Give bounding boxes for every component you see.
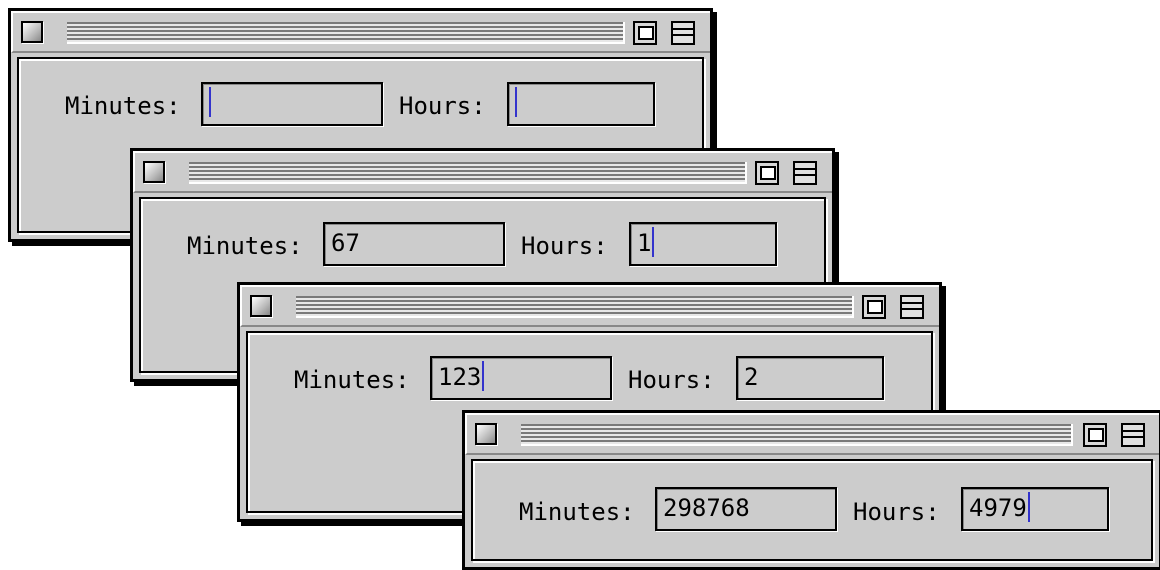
hours-field[interactable]: 2 (736, 356, 884, 400)
converter-window-4: Minutes: 298768 Hours: 4979 (462, 410, 1160, 570)
hours-field[interactable]: 1 (629, 222, 777, 266)
hours-value: 4979 (969, 494, 1027, 522)
minutes-field[interactable] (201, 82, 383, 126)
minutes-label: Minutes: (187, 232, 303, 260)
title-bar[interactable] (11, 11, 710, 53)
collapse-box-icon[interactable] (793, 161, 817, 185)
close-box-icon[interactable] (143, 161, 165, 183)
hours-label: Hours: (853, 498, 940, 526)
title-bar-stripes (67, 22, 625, 44)
zoom-box-icon[interactable] (862, 295, 886, 319)
hours-label: Hours: (399, 92, 486, 120)
text-caret (482, 361, 485, 391)
collapse-box-icon[interactable] (900, 295, 924, 319)
hours-field[interactable]: 4979 (961, 487, 1109, 531)
close-box-icon[interactable] (21, 21, 43, 43)
text-caret (515, 87, 517, 117)
minutes-value: 123 (438, 363, 482, 391)
collapse-box-icon[interactable] (1121, 423, 1145, 447)
text-caret (652, 227, 655, 257)
title-bar-stripes (296, 296, 854, 318)
title-bar[interactable] (465, 413, 1159, 455)
title-bar-stripes (521, 424, 1073, 446)
minutes-value: 67 (331, 229, 360, 257)
title-bar-stripes (189, 162, 747, 184)
close-box-icon[interactable] (475, 423, 497, 445)
zoom-box-icon[interactable] (1083, 423, 1107, 447)
hours-value: 2 (744, 363, 759, 391)
text-caret (1027, 492, 1030, 522)
minutes-field[interactable]: 123 (430, 356, 612, 400)
hours-label: Hours: (521, 232, 608, 260)
close-box-icon[interactable] (250, 295, 272, 317)
minutes-label: Minutes: (65, 92, 181, 120)
minutes-field[interactable]: 298768 (655, 487, 837, 531)
zoom-box-icon[interactable] (633, 21, 657, 45)
title-bar[interactable] (240, 285, 939, 327)
title-bar[interactable] (133, 151, 832, 193)
minutes-label: Minutes: (294, 366, 410, 394)
zoom-box-icon[interactable] (755, 161, 779, 185)
minutes-label: Minutes: (519, 498, 635, 526)
text-caret (209, 87, 211, 117)
hours-field[interactable] (507, 82, 655, 126)
minutes-value: 298768 (663, 494, 750, 522)
collapse-box-icon[interactable] (671, 21, 695, 45)
minutes-field[interactable]: 67 (323, 222, 505, 266)
hours-label: Hours: (628, 366, 715, 394)
hours-value: 1 (637, 229, 652, 257)
